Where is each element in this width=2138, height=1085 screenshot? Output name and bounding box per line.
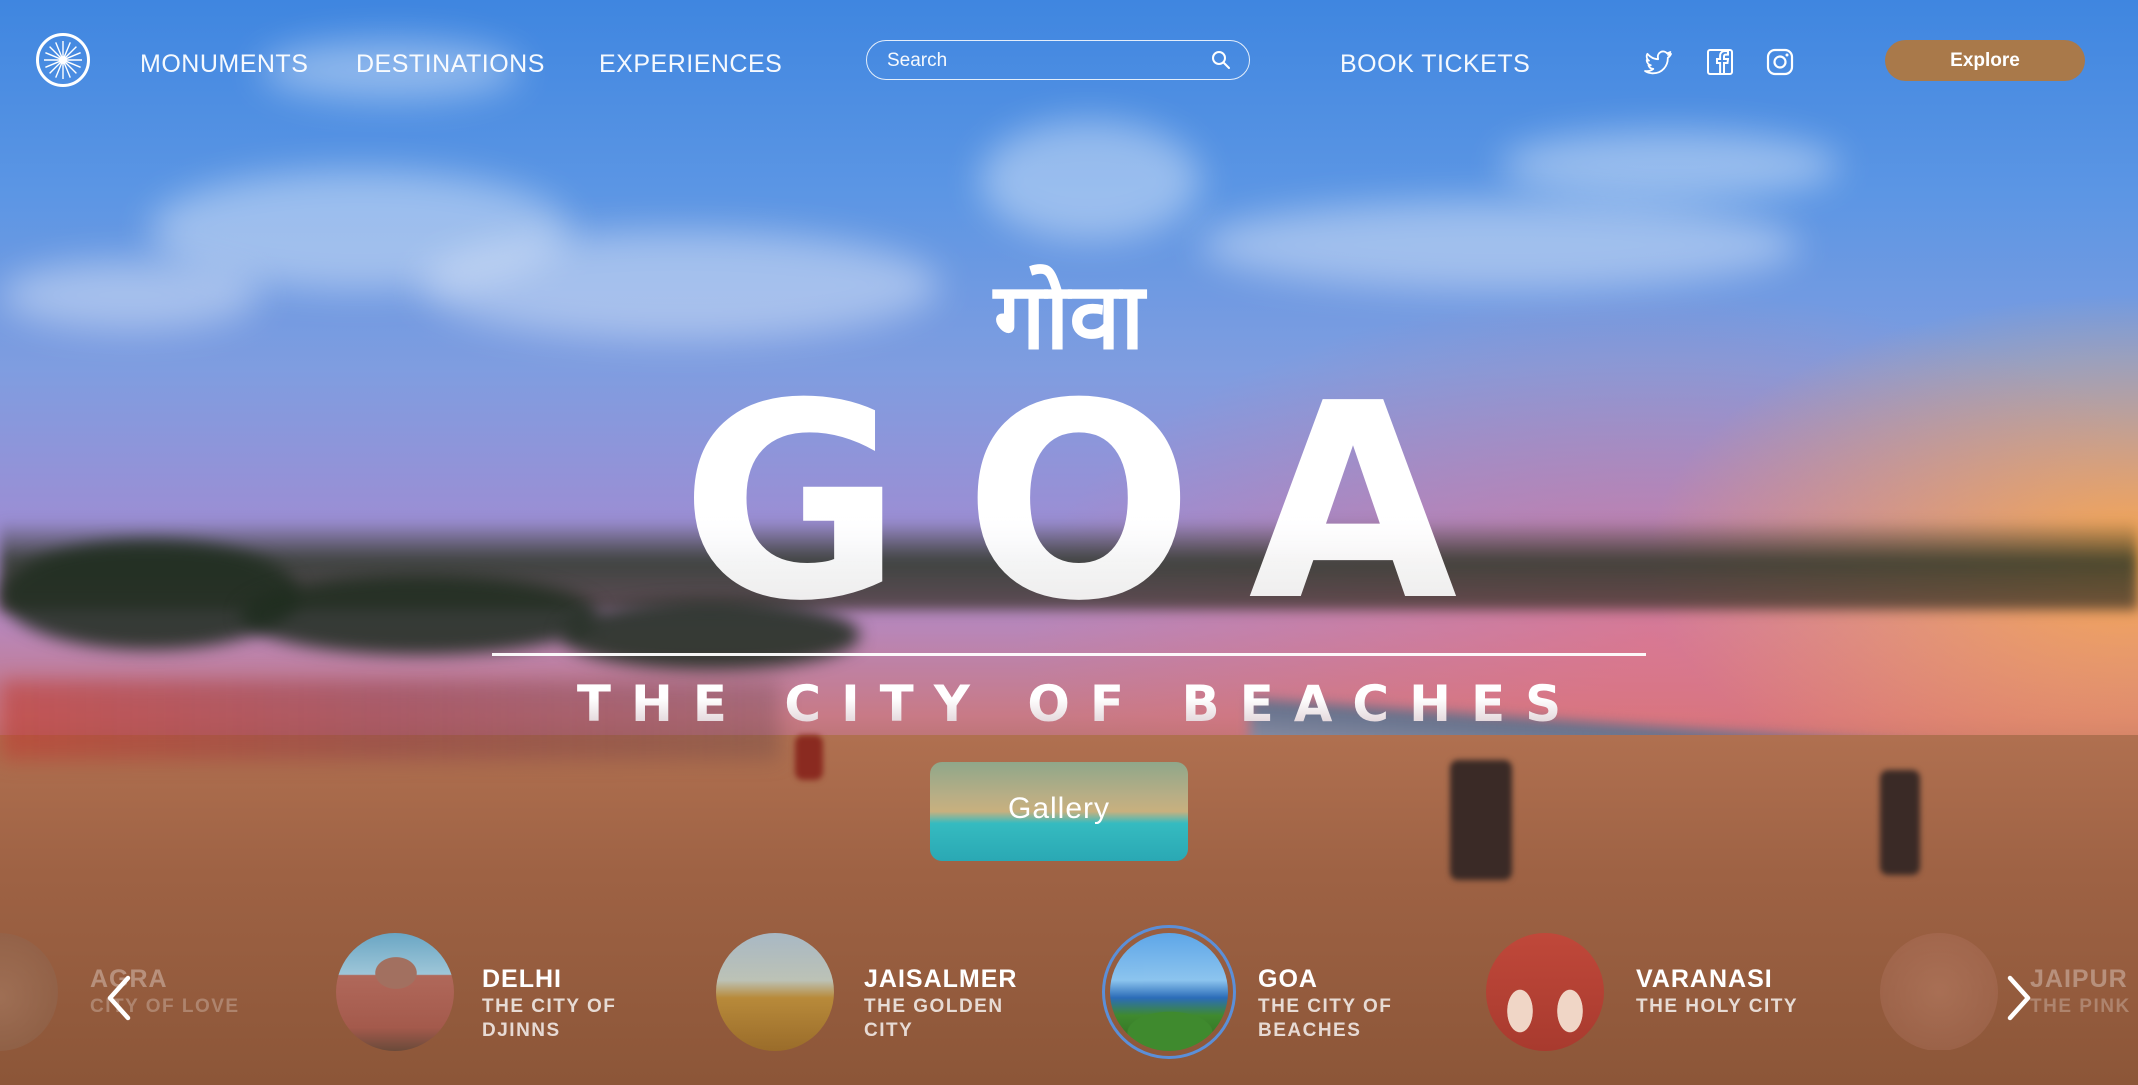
city-tagline: THE HOLY CITY bbox=[1636, 996, 1799, 1017]
nav-experiences[interactable]: EXPERIENCES bbox=[599, 50, 782, 79]
search-input[interactable] bbox=[885, 47, 1189, 75]
jaisalmer-thumbnail bbox=[716, 933, 834, 1051]
city-card-agra[interactable]: AGRA CITY OF LOVE bbox=[0, 925, 340, 1051]
title-divider bbox=[492, 653, 1646, 656]
carousel-prev-arrow-icon[interactable] bbox=[100, 972, 140, 1024]
city-card-delhi[interactable]: DELHI THE CITY OF DJINNS bbox=[336, 925, 656, 1051]
twitter-icon[interactable] bbox=[1642, 46, 1674, 78]
city-card-jaisalmer[interactable]: JAISALMER THE GOLDEN CITY bbox=[716, 925, 1036, 1051]
goa-thumbnail bbox=[1110, 933, 1228, 1051]
city-name: JAISALMER bbox=[864, 965, 1018, 993]
hero-subtitle: THE CITY OF BEACHES bbox=[0, 675, 2138, 733]
instagram-icon[interactable] bbox=[1764, 46, 1796, 78]
nav-destinations[interactable]: DESTINATIONS bbox=[356, 50, 545, 79]
city-tagline: THE CITY OF DJINNS bbox=[482, 996, 617, 1041]
jaipur-thumbnail bbox=[1880, 933, 1998, 1050]
delhi-thumbnail bbox=[336, 933, 454, 1051]
ashoka-chakra-logo-icon[interactable] bbox=[36, 33, 90, 87]
city-card-varanasi[interactable]: VARANASI THE HOLY CITY bbox=[1486, 925, 1826, 1051]
search-icon[interactable] bbox=[1211, 50, 1231, 70]
facebook-icon[interactable] bbox=[1704, 46, 1736, 78]
varanasi-thumbnail bbox=[1486, 933, 1604, 1051]
top-nav-bar: MONUMENTS DESTINATIONS EXPERIENCES BOOK … bbox=[0, 0, 2138, 120]
city-name: DELHI bbox=[482, 965, 562, 993]
explore-button[interactable]: Explore bbox=[1885, 40, 2085, 81]
city-tagline: THE CITY OF BEACHES bbox=[1258, 996, 1393, 1041]
hero-title: GOA bbox=[0, 368, 2138, 638]
city-name: JAIPUR bbox=[2030, 965, 2128, 993]
search-bar bbox=[866, 40, 1250, 80]
gallery-label: Gallery bbox=[1007, 792, 1111, 825]
nav-book-tickets[interactable]: BOOK TICKETS bbox=[1340, 50, 1530, 79]
city-name: GOA bbox=[1258, 965, 1318, 993]
agra-thumbnail bbox=[0, 933, 58, 1051]
city-tagline: THE PINK bbox=[2030, 996, 2131, 1017]
city-card-goa-active[interactable]: GOA THE CITY OF BEACHES bbox=[1102, 925, 1430, 1059]
city-name: VARANASI bbox=[1636, 965, 1773, 993]
city-tagline: THE GOLDEN CITY bbox=[864, 996, 1004, 1041]
carousel-next-arrow-icon[interactable] bbox=[1998, 972, 2038, 1024]
gallery-button[interactable]: Gallery bbox=[930, 762, 1188, 861]
nav-monuments[interactable]: MONUMENTS bbox=[140, 50, 308, 79]
city-carousel: AGRA CITY OF LOVE DELHI THE CITY OF DJIN… bbox=[0, 925, 2138, 1059]
